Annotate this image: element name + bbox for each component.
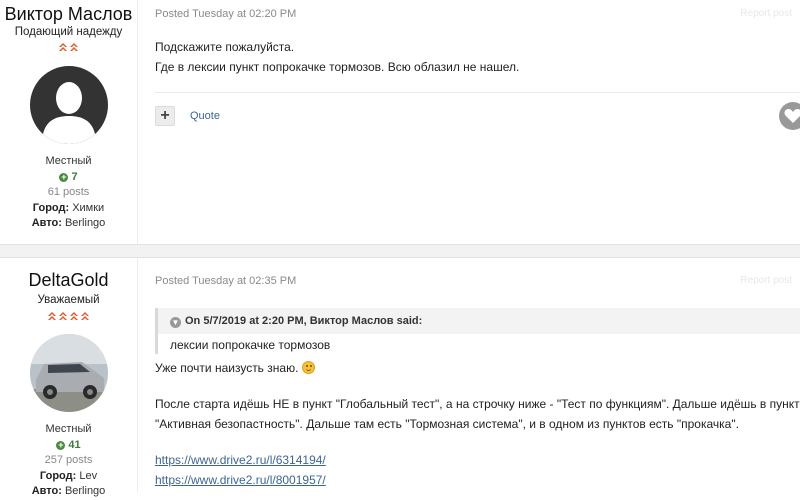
drive2-link[interactable]: https://www.drive2.ru/l/6314194/ [155, 453, 326, 467]
content-line: https://www.drive2.ru/l/8001957/ [155, 470, 800, 490]
heart-icon[interactable] [779, 102, 800, 130]
quote-button[interactable]: Quote [190, 110, 220, 122]
posts-count: 257 posts [44, 454, 93, 466]
car-field: Авто: Berlingo [0, 216, 137, 232]
city-field: Город: Химки [0, 201, 137, 217]
member-group: Местный [45, 423, 92, 435]
multiquote-add-button[interactable]: + [155, 106, 175, 126]
quote-text: лексии попрокачке тормозов [170, 338, 331, 352]
content-line: Где в лексии пункт попрокачке тормозов. … [155, 60, 520, 74]
post-2: DeltaGold Уважаемый Местный + 41 257 pos… [0, 258, 800, 497]
reputation-badge: +7 [0, 170, 137, 186]
city-label: Город: [39, 469, 77, 482]
content-line: "Активная безопастность". Дальше там ест… [155, 417, 739, 431]
reputation-plus-icon: + [59, 171, 69, 182]
content-line: https://www.drive2.ru/l/6314194/ [155, 450, 800, 470]
rank-pips-icon [0, 311, 137, 323]
reputation-plus-icon: + [56, 439, 66, 450]
smiley-icon [301, 361, 315, 374]
post-content: Уже почти наизусть знаю. После старта ид… [155, 358, 800, 490]
reputation-badge: +41 [0, 438, 137, 454]
avatar[interactable] [30, 334, 108, 412]
city-value: Химки [72, 201, 105, 214]
drive2-link[interactable]: https://www.drive2.ru/l/8001957/ [155, 473, 326, 487]
city-label: Город: [32, 201, 70, 214]
chevron-down-icon[interactable]: ▼ [170, 317, 181, 328]
author-meta: Местный +7 61 posts Город: Химки Авто: B… [0, 154, 137, 232]
content-line: Уже почти наизусть знаю. [155, 358, 800, 378]
post-1: Виктор Маслов Подающий надежду Местный +… [0, 0, 800, 244]
post-separator [0, 244, 800, 258]
report-post-link[interactable]: Report post [740, 8, 792, 19]
quote-citation-text: On 5/7/2019 at 2:20 PM, Виктор Маслов sa… [185, 315, 423, 327]
post-date[interactable]: Posted Tuesday at 02:35 PM [155, 275, 296, 287]
quote-block: ▼ On 5/7/2019 at 2:20 PM, Виктор Маслов s… [155, 308, 800, 354]
member-group: Местный [45, 155, 92, 167]
author-name[interactable]: Виктор Маслов [0, 4, 137, 25]
car-label: Авто: [31, 217, 62, 229]
car-value: Berlingo [64, 485, 106, 497]
post-date[interactable]: Posted Tuesday at 02:20 PM [155, 8, 296, 20]
posts-count: 61 posts [47, 186, 90, 198]
car-label: Авто: [31, 485, 62, 497]
author-name[interactable]: DeltaGold [0, 270, 137, 291]
reputation-value: 7 [71, 170, 78, 183]
author-panel: Виктор Маслов Подающий надежду Местный +… [0, 0, 138, 244]
content-line: Подскажите пожалуйста. [155, 40, 295, 54]
rank-pips-icon [0, 42, 137, 54]
rank-title: Подающий надежду [14, 26, 123, 38]
author-panel: DeltaGold Уважаемый Местный + 41 257 pos… [0, 258, 138, 497]
city-field: Город: Lev [0, 469, 137, 485]
content-line: После старта идёшь НЕ в пункт "Глобальны… [155, 397, 800, 411]
quote-citation[interactable]: ▼ On 5/7/2019 at 2:20 PM, Виктор Маслов s… [158, 308, 800, 334]
report-post-link[interactable]: Report post [740, 275, 792, 286]
post-content: Подскажите пожалуйста. Где в лексии пунк… [155, 37, 519, 77]
post-divider [155, 92, 800, 93]
city-value: Lev [79, 469, 98, 482]
avatar[interactable] [30, 66, 108, 144]
rank-title: Уважаемый [37, 294, 100, 306]
car-value: Berlingo [64, 217, 106, 229]
reputation-value: 41 [68, 438, 81, 451]
author-meta: Местный +41 257 posts Город: Lev Авто: B… [0, 422, 137, 500]
content-text: Уже почти наизусть знаю. [155, 361, 299, 375]
